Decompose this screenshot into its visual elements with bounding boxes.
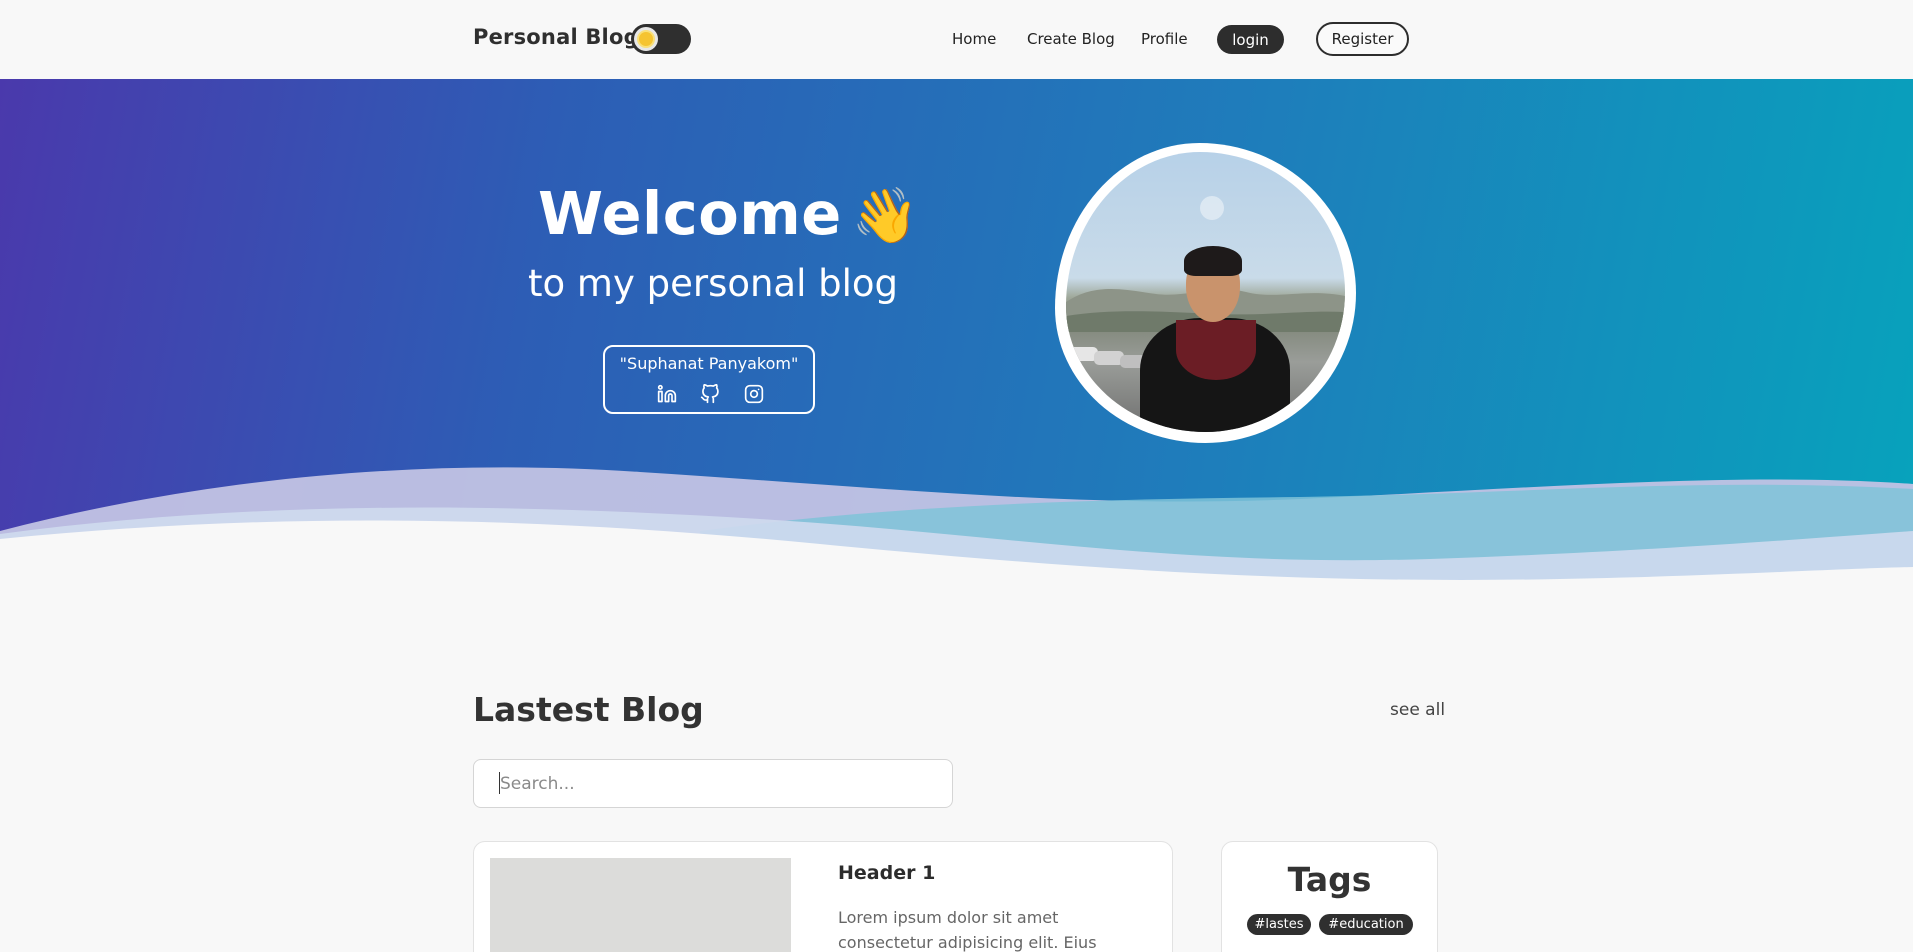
theme-toggle[interactable] [631, 24, 691, 54]
blog-excerpt: Lorem ipsum dolor sit amet consectetur a… [838, 908, 1097, 952]
theme-toggle-knob [634, 27, 658, 51]
tag-chip[interactable]: #lastes [1247, 914, 1311, 935]
tags-heading: Tags [1287, 860, 1372, 899]
hero-title: Welcome [538, 179, 842, 248]
see-all-link[interactable]: see all [1390, 700, 1445, 720]
search-input[interactable] [473, 759, 953, 808]
hero-banner: Welcome 👋 to my personal blog "Suphanat P… [0, 79, 1913, 609]
tag-chip[interactable]: #education [1319, 914, 1413, 935]
text-caret [499, 772, 500, 794]
latest-blog-heading: Lastest Blog [473, 690, 704, 729]
name-card: "Suphanat Panyakom" [603, 345, 815, 414]
navbar: Personal Blog Home Create Blog Profile l… [0, 0, 1913, 79]
blog-thumbnail [490, 858, 791, 952]
register-button[interactable]: Register [1316, 22, 1409, 56]
photo-person-hair [1184, 246, 1242, 276]
blog-card[interactable]: Header 1 Lorem ipsum dolor sit amet cons… [473, 841, 1173, 952]
nav-create-blog-link[interactable]: Create Blog [1027, 30, 1115, 48]
hero-wave-decoration [0, 467, 1913, 609]
login-button[interactable]: login [1217, 25, 1284, 54]
nav-home-link[interactable]: Home [952, 30, 996, 48]
hero-subtitle: to my personal blog [528, 262, 899, 305]
photo-person-hood [1176, 320, 1256, 380]
linkedin-icon[interactable] [657, 384, 677, 404]
profile-photo [1066, 152, 1345, 432]
waving-hand-icon: 👋 [851, 184, 920, 247]
github-icon[interactable] [700, 384, 720, 404]
sun-icon [639, 32, 653, 46]
photo-sun [1200, 196, 1224, 220]
blog-title[interactable]: Header 1 [838, 862, 935, 884]
author-name: "Suphanat Panyakom" [619, 354, 799, 373]
instagram-icon[interactable] [744, 384, 764, 404]
nav-profile-link[interactable]: Profile [1141, 30, 1188, 48]
tags-panel: Tags #lastes #education [1221, 841, 1438, 952]
brand-logo[interactable]: Personal Blog [473, 25, 639, 49]
